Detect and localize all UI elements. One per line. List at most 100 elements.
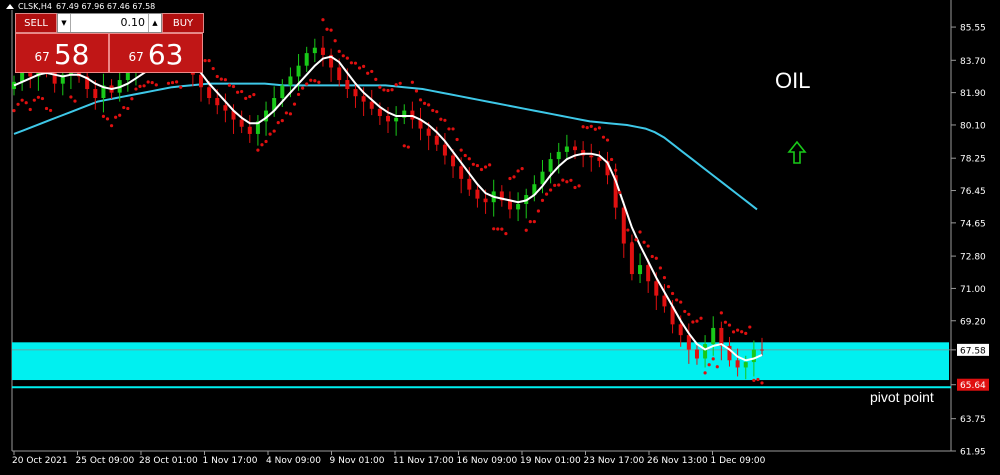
- sar-dot: [349, 61, 354, 65]
- sar-dot: [443, 118, 447, 122]
- sar-dot: [585, 126, 589, 130]
- sar-dot: [40, 96, 45, 101]
- sar-dot: [540, 198, 545, 203]
- sar-dot: [569, 178, 573, 182]
- sar-dot: [329, 28, 333, 32]
- candle-body: [743, 362, 748, 368]
- buy-button-label[interactable]: BUY: [162, 13, 204, 33]
- candle-body: [369, 101, 374, 109]
- candle-body: [629, 243, 634, 275]
- sar-dot: [325, 27, 329, 31]
- candle-body: [394, 117, 399, 122]
- sell-button-label[interactable]: SELL: [15, 13, 57, 33]
- collapse-icon[interactable]: [6, 3, 14, 9]
- candle-body: [694, 349, 699, 359]
- sar-dot: [215, 74, 219, 79]
- sar-dot: [427, 103, 431, 107]
- candle-body: [361, 96, 366, 102]
- support-zone: [12, 342, 949, 381]
- sar-dot: [305, 82, 309, 86]
- sar-dot: [756, 377, 760, 382]
- sar-dot: [166, 81, 171, 85]
- sar-dot: [118, 113, 122, 117]
- pivot-point-label: pivot point: [870, 389, 934, 405]
- sar-dot: [459, 148, 463, 152]
- sar-dot: [272, 129, 276, 133]
- sar-dot: [154, 83, 158, 87]
- sar-dot: [126, 106, 130, 111]
- sar-dot: [366, 71, 370, 75]
- sell-button[interactable]: 67 58: [15, 33, 109, 73]
- sar-dot: [622, 213, 626, 217]
- x-tick-label: 26 Nov 13:00: [647, 456, 708, 466]
- x-tick-label: 19 Nov 01:00: [520, 456, 581, 466]
- sar-dot: [36, 95, 40, 99]
- sar-dot: [536, 209, 541, 213]
- lot-increase-icon[interactable]: ▲: [148, 14, 161, 32]
- sar-dot: [488, 163, 492, 167]
- sar-dot: [496, 227, 500, 231]
- sar-dot: [179, 85, 183, 89]
- candle-body: [556, 151, 561, 160]
- sar-dot: [12, 108, 16, 113]
- sar-dot: [414, 89, 419, 93]
- sar-dot: [626, 228, 630, 232]
- sar-dot: [609, 157, 614, 162]
- chart-title: OIL: [775, 68, 810, 93]
- sar-dot: [483, 165, 488, 169]
- sar-dot: [362, 64, 366, 69]
- sar-dot: [463, 153, 467, 158]
- sar-dot: [736, 328, 740, 332]
- candle-body: [215, 98, 220, 106]
- sar-dot: [577, 184, 581, 188]
- sar-dot: [589, 124, 593, 129]
- y-tick-label: 71.00: [960, 285, 986, 295]
- sar-dot: [703, 371, 707, 375]
- sar-dot: [378, 85, 382, 89]
- sar-dot: [280, 119, 284, 123]
- sar-dot: [727, 323, 732, 327]
- sar-dot: [256, 148, 260, 152]
- sar-dot: [394, 83, 398, 87]
- lot-size-stepper[interactable]: ▼ 0.10 ▲: [57, 13, 162, 33]
- ohlc-label: 67.49 67.96 67.46 67.58: [56, 1, 156, 11]
- candle-body: [353, 89, 358, 97]
- sar-dot: [207, 59, 211, 63]
- sar-dot: [24, 101, 28, 105]
- sar-dot: [679, 300, 683, 304]
- sar-dot: [390, 88, 394, 92]
- sar-dot: [634, 238, 638, 242]
- x-tick-label: 28 Oct 01:00: [139, 456, 198, 466]
- sar-dot: [284, 111, 288, 115]
- sar-dot: [337, 49, 341, 53]
- buy-button[interactable]: 67 63: [109, 33, 203, 73]
- sar-dot: [296, 92, 301, 97]
- sar-dot: [695, 319, 699, 323]
- sar-dot: [101, 114, 106, 118]
- sar-dot: [398, 81, 402, 85]
- sar-dot: [134, 87, 138, 91]
- sar-dot: [553, 183, 557, 187]
- x-tick-label: 25 Oct 09:00: [76, 456, 135, 466]
- candle-body: [638, 265, 643, 275]
- y-tick-label: 65.64: [960, 381, 986, 391]
- sar-dot: [142, 84, 146, 88]
- y-tick-label: 76.45: [960, 187, 986, 197]
- sar-dot: [252, 93, 256, 97]
- y-tick-label: 69.20: [960, 317, 986, 327]
- sar-dot: [431, 108, 435, 113]
- sar-dot: [565, 180, 569, 184]
- candle-body: [434, 135, 439, 145]
- candle-body: [288, 76, 293, 86]
- candle-body: [304, 53, 309, 66]
- sar-dot: [374, 77, 378, 81]
- sar-dot: [435, 110, 439, 114]
- y-tick-label: 78.25: [960, 155, 986, 165]
- sar-dot: [16, 102, 20, 106]
- candle-body: [459, 166, 464, 179]
- lot-decrease-icon[interactable]: ▼: [58, 14, 71, 32]
- lot-size-value[interactable]: 0.10: [71, 14, 148, 32]
- sar-dot: [524, 228, 528, 232]
- sar-dot: [227, 83, 232, 87]
- y-tick-label: 67.58: [960, 346, 986, 356]
